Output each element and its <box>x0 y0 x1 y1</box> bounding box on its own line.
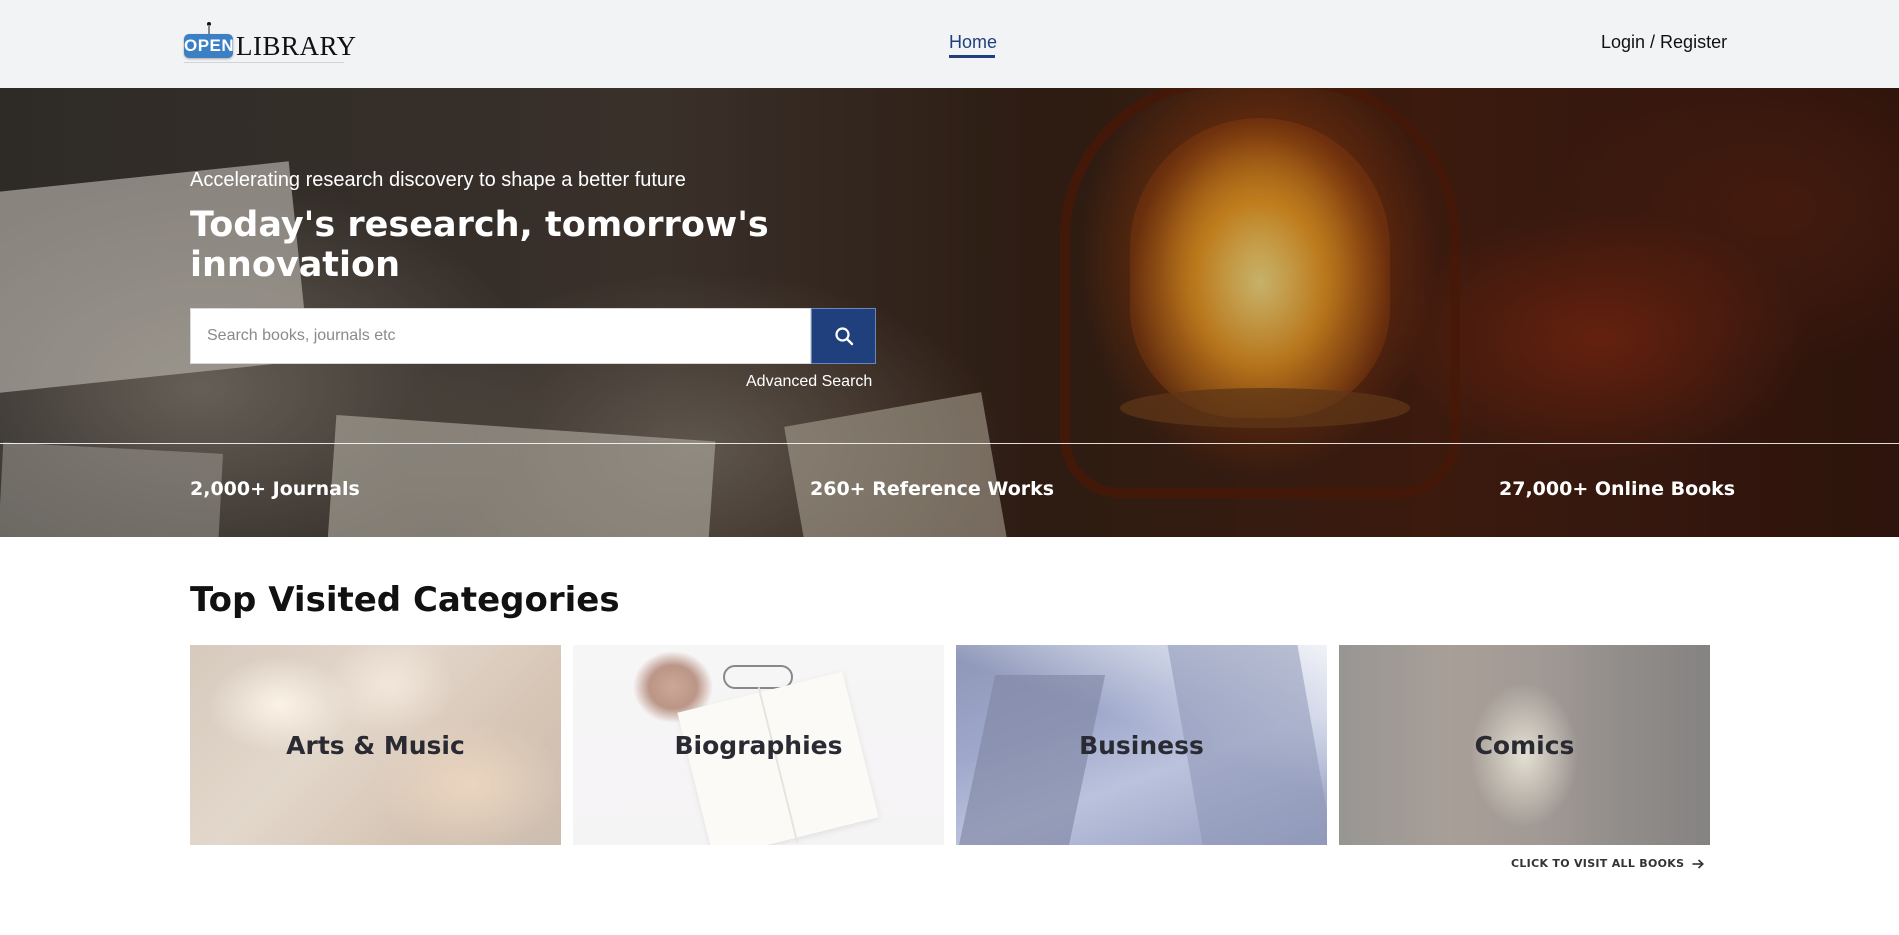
search-button[interactable] <box>811 308 876 364</box>
hero-tagline: Accelerating research discovery to shape… <box>190 169 686 191</box>
category-label: Biographies <box>674 730 843 760</box>
logo-badge: OPEN <box>184 34 234 58</box>
category-label: Comics <box>1474 730 1575 760</box>
nav-home-active-indicator <box>949 55 995 58</box>
categories-heading: Top Visited Categories <box>190 580 620 620</box>
search-input[interactable] <box>191 309 810 363</box>
category-label: Business <box>1079 730 1204 760</box>
stat-reference-works: 260+ Reference Works <box>810 478 1055 500</box>
login-register-link[interactable]: Login / Register <box>1601 32 1727 53</box>
category-card-business[interactable]: Business <box>956 645 1327 845</box>
category-label: Arts & Music <box>286 730 465 760</box>
stat-journals: 2,000+ Journals <box>190 478 360 500</box>
arrow-right-icon <box>1692 858 1705 869</box>
stat-online-books: 27,000+ Online Books <box>1499 478 1736 500</box>
open-library-logo[interactable]: OPEN LIBRARY <box>184 22 356 64</box>
logo-hook-line <box>208 25 210 34</box>
advanced-search-link[interactable]: Advanced Search <box>746 373 872 391</box>
category-card-arts-music[interactable]: Arts & Music <box>190 645 561 845</box>
nav-home-link[interactable]: Home <box>949 32 997 53</box>
logo-wordmark: LIBRARY <box>236 31 357 61</box>
hero-divider <box>0 443 1899 444</box>
category-card-biographies[interactable]: Biographies <box>573 645 944 845</box>
visit-all-books-link[interactable]: CLICK TO VISIT ALL BOOKS <box>1511 857 1705 870</box>
category-card-comics[interactable]: Comics <box>1339 645 1710 845</box>
visit-all-books-label: CLICK TO VISIT ALL BOOKS <box>1511 857 1685 870</box>
search-box <box>190 308 811 364</box>
logo-underline <box>184 62 344 63</box>
search-icon <box>834 327 853 346</box>
hero-title: Today's research, tomorrow's innovation <box>190 205 769 285</box>
top-navbar: OPEN LIBRARY Home Login / Register <box>0 0 1899 88</box>
hero-banner: Accelerating research discovery to shape… <box>0 88 1899 537</box>
